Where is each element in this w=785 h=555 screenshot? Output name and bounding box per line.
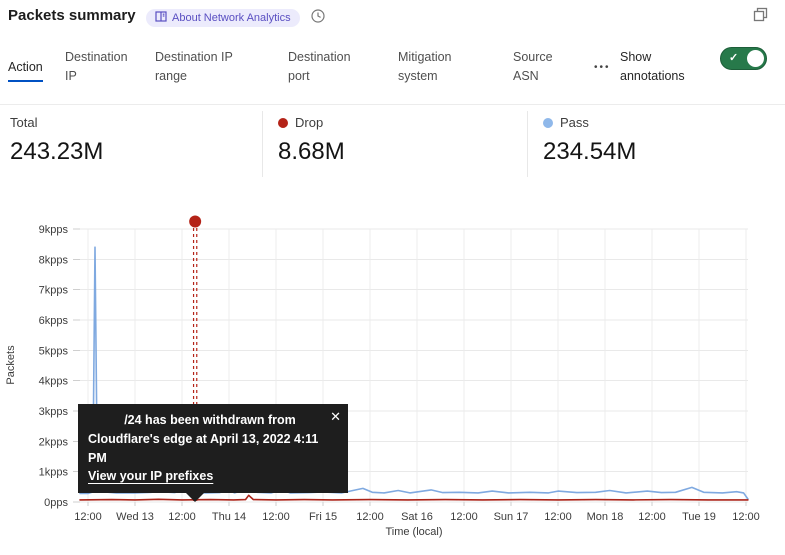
- tab-destination-port[interactable]: Destination port: [288, 48, 368, 87]
- y-tick-label: 1kpps: [39, 467, 69, 479]
- tab-mitigation-system[interactable]: Mitigation system: [398, 48, 474, 87]
- tab-destination-ip[interactable]: Destination IP: [65, 48, 137, 87]
- packets-summary-card: Packets summary About Network Analytics …: [0, 0, 785, 555]
- y-tick-label: 5kpps: [39, 345, 69, 357]
- x-tick-label: 12:00: [74, 511, 102, 523]
- toggle-knob: [747, 50, 764, 67]
- x-tick-label: 12:00: [638, 511, 666, 523]
- x-tick-label: Sun 17: [494, 511, 529, 523]
- dimension-tabs: Action Destination IP Destination IP ran…: [0, 46, 785, 98]
- check-icon: ✓: [729, 51, 738, 64]
- page-title: Packets summary: [8, 7, 136, 24]
- pass-legend-dot: [543, 118, 553, 128]
- series-line-drop: [80, 495, 748, 500]
- view-ip-prefixes-link[interactable]: View your IP prefixes: [88, 467, 213, 486]
- stat-total-value: 243.23M: [10, 138, 103, 166]
- x-tick-label: Thu 14: [212, 511, 246, 523]
- stat-drop: Drop 8.68M: [278, 115, 345, 166]
- stat-drop-label: Drop: [295, 115, 323, 130]
- x-tick-label: 12:00: [450, 511, 478, 523]
- x-tick-label: Wed 13: [116, 511, 154, 523]
- more-tabs-button[interactable]: •••: [594, 62, 611, 73]
- x-tick-label: Sat 16: [401, 511, 433, 523]
- stats-row: Total 243.23M Drop 8.68M Pass 234.54M: [0, 104, 785, 185]
- y-tick-label: 6kpps: [39, 315, 69, 327]
- y-tick-label: 9kpps: [39, 224, 69, 236]
- packets-chart: 0pps 1kpps 2kpps 3kpps 4kpps 5kpps 6kpps 7kpps 8…: [0, 215, 785, 555]
- y-tick-label: 3kpps: [39, 406, 69, 418]
- about-network-analytics-badge[interactable]: About Network Analytics: [146, 9, 300, 27]
- packets-chart-svg: 0pps 1kpps 2kpps 3kpps 4kpps 5kpps 6kpps 7kpps 8…: [0, 215, 785, 555]
- y-tick-label: 4kpps: [39, 376, 69, 388]
- x-tick-label: Tue 19: [682, 511, 716, 523]
- y-tick-label: 2kpps: [39, 436, 69, 448]
- tooltip-line2: Cloudflare's edge at April 13, 2022 4:11…: [88, 430, 338, 468]
- stat-total: Total 243.23M: [10, 115, 103, 166]
- clock-icon[interactable]: [310, 8, 326, 24]
- x-tick-label: 12:00: [356, 511, 384, 523]
- stat-drop-value: 8.68M: [278, 138, 345, 166]
- y-tick-label: 0pps: [44, 497, 68, 509]
- stat-total-label: Total: [10, 115, 37, 130]
- tooltip-line1: /24 has been withdrawn from: [88, 411, 338, 430]
- book-icon: [155, 11, 167, 25]
- x-tick-label: Mon 18: [587, 511, 624, 523]
- annotation-tooltip: ✕ /24 has been withdrawn from Cloudflare…: [78, 404, 348, 493]
- x-tick-label: 12:00: [732, 511, 760, 523]
- restore-window-icon[interactable]: [753, 7, 769, 23]
- x-tick-label: 12:00: [544, 511, 572, 523]
- stats-divider: [262, 111, 263, 177]
- stat-pass-value: 234.54M: [543, 138, 636, 166]
- x-tick-label: Fri 15: [309, 511, 337, 523]
- y-tick-label: 8kpps: [39, 254, 69, 266]
- show-annotations-toggle[interactable]: ✓: [720, 47, 767, 70]
- tab-action[interactable]: Action: [8, 58, 43, 82]
- annotation-dot[interactable]: [189, 216, 201, 228]
- stat-pass: Pass 234.54M: [543, 115, 636, 166]
- show-annotations-label: Show annotations: [620, 48, 700, 87]
- y-tick-label: 7kpps: [39, 285, 69, 297]
- tab-source-asn[interactable]: Source ASN: [513, 48, 563, 87]
- stat-pass-label: Pass: [560, 115, 589, 130]
- tab-destination-ip-range[interactable]: Destination IP range: [155, 48, 245, 87]
- x-tick-label: 12:00: [168, 511, 196, 523]
- stats-divider: [527, 111, 528, 177]
- x-tick-label: 12:00: [262, 511, 290, 523]
- close-icon[interactable]: ✕: [330, 407, 341, 427]
- drop-legend-dot: [278, 118, 288, 128]
- x-axis-title: Time (local): [385, 526, 442, 538]
- y-axis-title: Packets: [5, 345, 17, 385]
- badge-label: About Network Analytics: [172, 12, 291, 24]
